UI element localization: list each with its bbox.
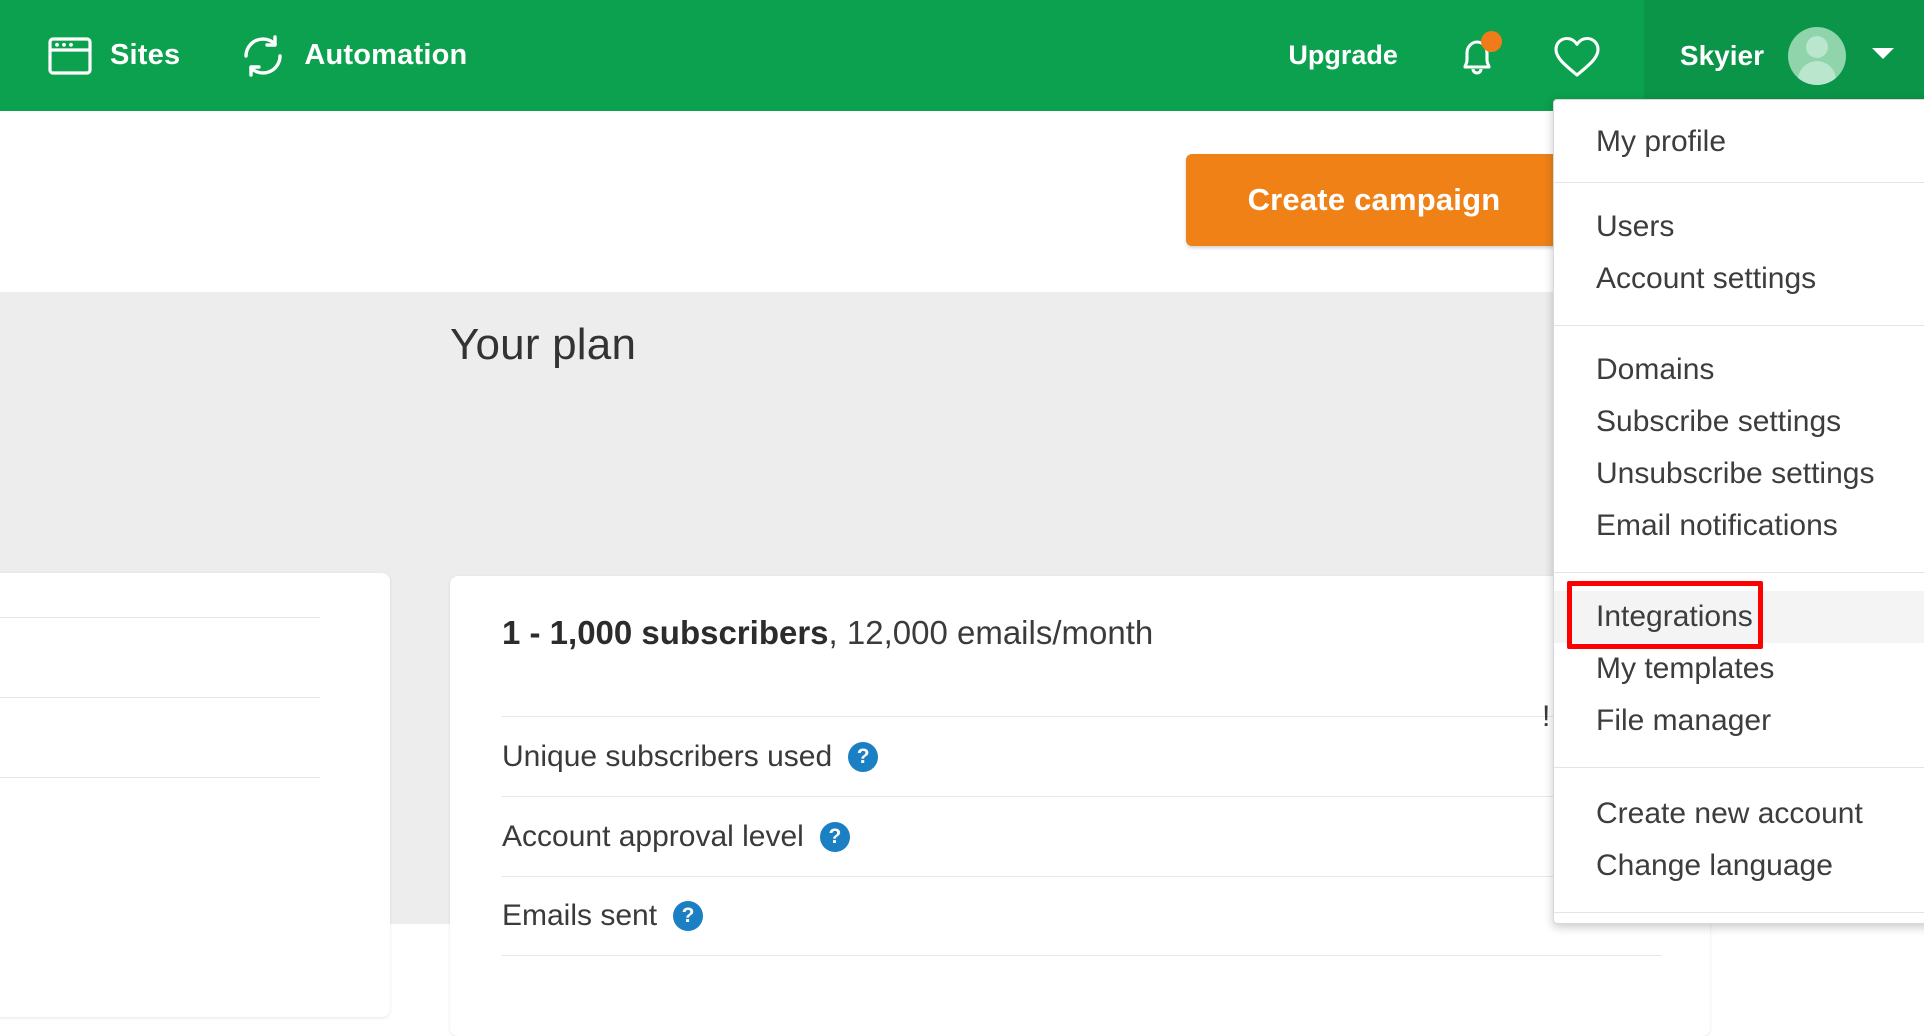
plan-row-account-approval: Account approval level ? (502, 796, 1662, 876)
nav-item-label: Automation (304, 39, 468, 71)
notifications-button[interactable] (1450, 29, 1504, 83)
create-campaign-button[interactable]: Create campaign (1186, 154, 1562, 246)
browser-window-icon (48, 36, 92, 75)
menu-item-my-templates[interactable]: My templates (1554, 643, 1924, 695)
plan-emails-per-month: , 12,000 emails/month (828, 614, 1154, 651)
notification-bell-icon (1450, 39, 1504, 87)
top-navigation-bar: Sites Automation Upgrade Skyier (0, 0, 1924, 111)
card-divider (0, 697, 320, 698)
avatar (1788, 26, 1846, 85)
menu-item-unsubscribe-settings[interactable]: Unsubscribe settings (1554, 448, 1924, 500)
plan-subscribers-range: 1 - 1,000 subscribers (502, 614, 829, 651)
menu-item-subscribe-settings[interactable]: Subscribe settings (1554, 396, 1924, 448)
account-dropdown-menu: My profile Users Account settings Domain… (1553, 99, 1924, 924)
menu-group-settings: Domains Subscribe settings Unsubscribe s… (1554, 326, 1924, 572)
help-icon[interactable]: ? (848, 741, 879, 772)
plan-row-emails-sent: Emails sent ? (502, 876, 1662, 956)
menu-item-file-manager[interactable]: File manager (1554, 695, 1924, 747)
menu-item-users[interactable]: Users (1554, 201, 1924, 253)
menu-group-profile: My profile (1554, 100, 1924, 182)
page-title: Your plan (450, 320, 637, 369)
menu-group-tools: Integrations My templates File manager (1554, 573, 1924, 767)
menu-item-change-language[interactable]: Change language (1554, 840, 1924, 892)
chevron-down-icon (1870, 45, 1896, 66)
menu-item-email-notifications[interactable]: Email notifications (1554, 500, 1924, 552)
plan-row-label: Emails sent (502, 899, 658, 932)
menu-item-account-settings[interactable]: Account settings (1554, 253, 1924, 305)
nav-item-label: Sites (110, 39, 181, 71)
primary-nav: Sites Automation (48, 34, 527, 78)
upgrade-link[interactable]: Upgrade (1288, 40, 1398, 71)
secondary-nav: Upgrade Skyier (1288, 0, 1924, 111)
notification-badge-dot (1480, 30, 1502, 52)
plan-row-label: Account approval level (502, 819, 804, 853)
menu-item-domains[interactable]: Domains (1554, 344, 1924, 396)
menu-divider (1554, 912, 1924, 913)
nav-item-automation[interactable]: Automation (240, 34, 467, 78)
plan-card: 1 - 1,000 subscribers, 12,000 emails/mon… (450, 576, 1710, 1036)
nav-item-sites[interactable]: Sites (48, 36, 181, 75)
refresh-cycle-icon (240, 34, 286, 78)
card-divider (0, 777, 320, 778)
plan-row-unique-subscribers: Unique subscribers used ? (502, 716, 1662, 796)
secondary-card: forms. (0, 573, 390, 1017)
menu-group-account: Users Account settings (1554, 183, 1924, 325)
username-label: Skyier (1679, 39, 1764, 71)
menu-item-my-profile[interactable]: My profile (1554, 116, 1924, 168)
menu-group-account-actions: Create new account Change language (1554, 768, 1924, 912)
plan-headline: 1 - 1,000 subscribers, 12,000 emails/mon… (502, 614, 1153, 652)
menu-item-create-new-account[interactable]: Create new account (1554, 788, 1924, 840)
favorites-button[interactable] (1550, 31, 1604, 81)
card-divider (0, 617, 320, 618)
plan-row-label: Unique subscribers used (502, 739, 833, 773)
help-icon[interactable]: ? (673, 901, 704, 931)
heart-icon (1550, 36, 1604, 85)
menu-item-integrations[interactable]: Integrations (1554, 591, 1924, 643)
help-icon[interactable]: ? (819, 821, 850, 852)
user-account-menu-trigger[interactable]: Skyier (1643, 0, 1924, 111)
clipped-row-value-glyph: ! (1542, 700, 1551, 733)
